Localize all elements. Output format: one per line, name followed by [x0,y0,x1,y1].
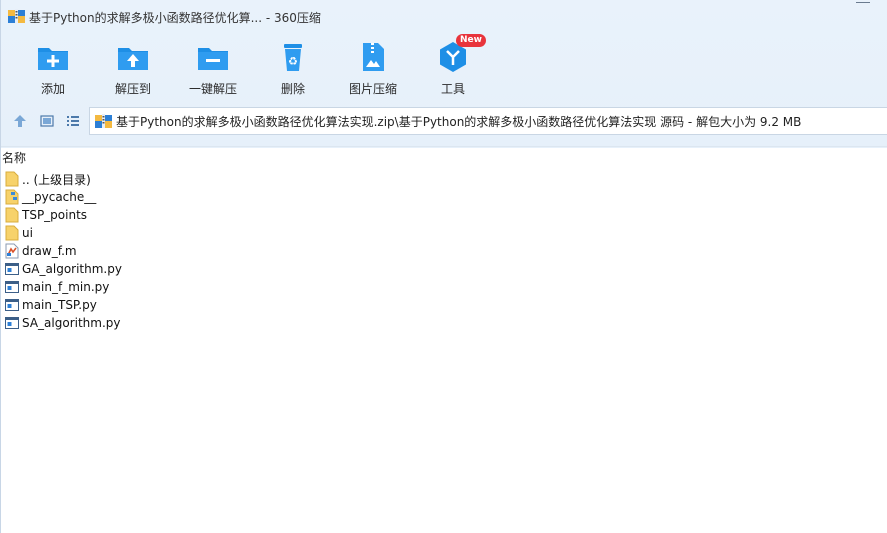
image-compress-label: 图片压缩 [348,82,397,96]
list-item-name: TSP_points [22,208,88,222]
matlab-file-icon [5,243,19,259]
list-item-name: main_TSP.py [22,298,97,312]
toolbar: 添加 解压到 一键解压 ♻ 删除 图片压缩 New 工具 [1,34,887,98]
list-item[interactable]: main_TSP.py [1,296,887,314]
app-window: 基于Python的求解多极小函数路径优化算... - 360压缩 添加 解压到 … [0,0,887,533]
folder-icon [5,189,19,205]
list-item[interactable]: .. (上级目录) [1,170,887,188]
zip-archive-icon [8,9,25,23]
one-click-extract-icon [196,40,230,74]
one-click-extract-button[interactable]: 一键解压 [173,36,253,98]
list-item-name: draw_f.m [22,244,77,258]
list-item[interactable]: ui [1,224,887,242]
column-name-header[interactable]: 名称 [2,149,26,166]
list-item-name: __pycache__ [22,190,97,204]
py-file-icon [5,315,19,331]
tools-button[interactable]: New 工具 [413,34,493,98]
py-file-icon [5,261,19,277]
list-item-name: GA_algorithm.py [22,262,122,276]
add-button[interactable]: 添加 [13,36,93,98]
delete-button[interactable]: ♻ 删除 [253,36,333,98]
one-click-extract-label: 一键解压 [188,82,237,96]
folder-icon [5,225,19,241]
window-menu-icon[interactable] [856,2,870,10]
thumbnail-view-icon[interactable] [40,114,54,128]
list-item[interactable]: TSP_points [1,206,887,224]
new-badge: New [456,34,486,47]
title-bar: 基于Python的求解多极小函数路径优化算... - 360压缩 [1,0,887,32]
folder-icon [5,171,19,187]
folder-icon [5,207,19,223]
list-item[interactable]: main_f_min.py [1,278,887,296]
column-header: 名称 [1,146,887,165]
address-bar[interactable]: 基于Python的求解多极小函数路径优化算法实现.zip\基于Python的求解… [89,107,887,135]
window-title: 基于Python的求解多极小函数路径优化算... - 360压缩 [29,11,321,25]
list-item-name: main_f_min.py [22,280,110,294]
tools-icon: New [436,34,486,74]
list-view-icon[interactable] [66,114,80,128]
add-folder-icon [36,40,70,74]
address-path: 基于Python的求解多极小函数路径优化算法实现.zip\基于Python的求解… [116,114,802,129]
up-arrow-icon[interactable] [13,114,27,128]
extract-to-button[interactable]: 解压到 [93,36,173,98]
svg-text:♻: ♻ [288,55,298,68]
recycle-delete-icon: ♻ [276,40,310,74]
list-item[interactable]: draw_f.m [1,242,887,260]
add-label: 添加 [40,82,65,96]
delete-label: 删除 [280,82,305,96]
list-item[interactable]: GA_algorithm.py [1,260,887,278]
image-compress-icon [356,40,390,74]
navigation-bar: 基于Python的求解多极小函数路径优化算法实现.zip\基于Python的求解… [1,106,887,136]
list-item-name: .. (上级目录) [22,172,91,187]
list-item[interactable]: SA_algorithm.py [1,314,887,332]
py-file-icon [5,279,19,295]
image-compress-button[interactable]: 图片压缩 [333,36,413,98]
list-item-name: SA_algorithm.py [22,316,121,330]
tools-label: 工具 [440,82,465,96]
extract-to-label: 解压到 [114,82,151,96]
zip-archive-icon [95,114,112,128]
list-item[interactable]: __pycache__ [1,188,887,206]
py-file-icon [5,297,19,313]
extract-to-icon [116,40,150,74]
list-item-name: ui [22,226,33,240]
